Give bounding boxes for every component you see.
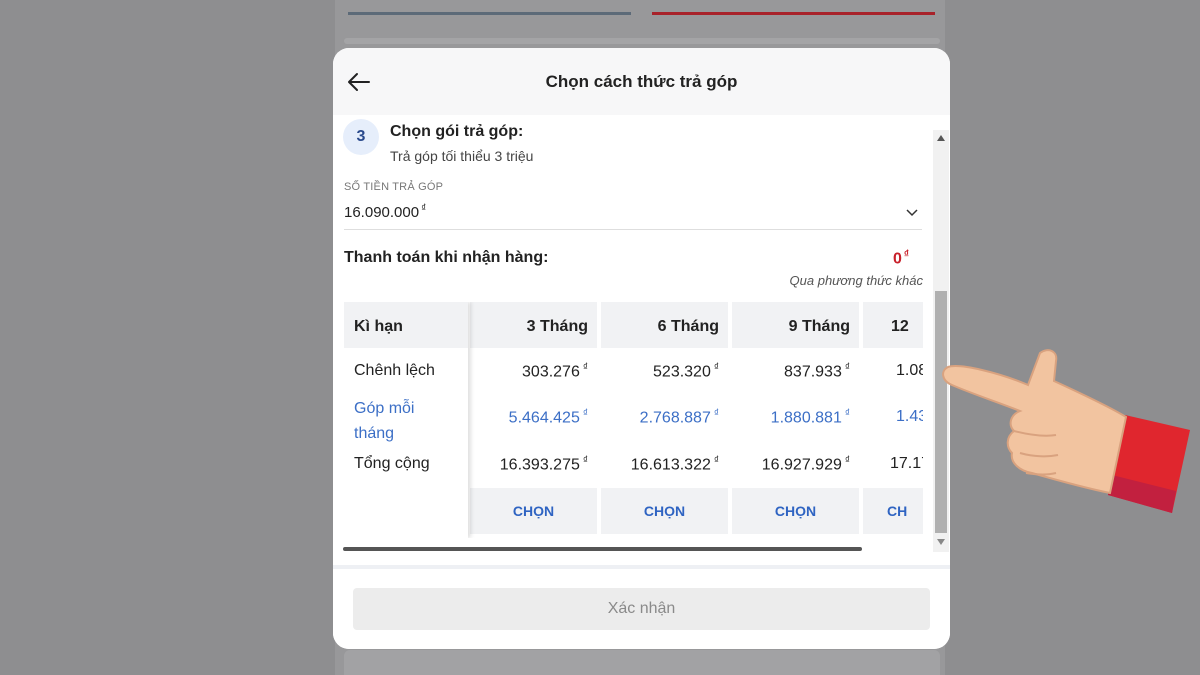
difference-cell: 303.276 ₫ [522,362,588,381]
scroll-up-arrow-icon[interactable] [937,135,945,141]
table-label-column: Kì hạn Chênh lệch Góp mỗi tháng Tổng cộn… [344,302,468,538]
installment-table[interactable]: Kì hạn Chênh lệch Góp mỗi tháng Tổng cộn… [344,302,923,538]
scroll-down-arrow-icon[interactable] [937,539,945,545]
row-label-difference: Chênh lệch [354,362,435,379]
background-tab-indicator-right [652,12,935,15]
difference-cell: 523.320 ₫ [653,362,719,381]
row-label-monthly: Góp mỗi tháng [354,400,415,442]
currency-symbol: ₫ [582,362,588,373]
term-header: Kì hạn [344,302,468,348]
background-box [344,38,940,44]
currency-symbol: ₫ [844,362,850,373]
currency-symbol: ₫ [844,455,850,466]
modal-footer: Xác nhận [333,565,950,649]
total-cell: 17.17 [890,455,923,472]
difference-cell: 1.08 [896,362,923,379]
term-header-6: 6 Tháng [601,302,728,348]
choose-button-6[interactable]: CHỌN [601,488,728,534]
field-divider [344,229,922,230]
cod-amount: 0 ₫ [893,249,909,268]
cod-note: Qua phương thức khác [789,273,923,288]
step-subtitle: Trả góp tối thiểu 3 triệu [390,148,534,164]
term-header-12: 12 [863,302,923,348]
background-bottom-box [344,650,940,675]
monthly-cell: 2.768.887 ₫ [639,408,719,427]
currency-symbol: ₫ [713,362,719,373]
installment-modal: Chọn cách thức trả góp 3 Chọn gói trả gó… [333,48,950,649]
choose-button-12[interactable]: CH [863,488,923,534]
currency-symbol: ₫ [903,249,910,260]
total-cell: 16.613.322 ₫ [630,455,719,474]
modal-content: 3 Chọn gói trả góp: Trả góp tối thiểu 3 … [333,115,950,605]
cod-amount-value: 0 [893,250,902,268]
currency-symbol: ₫ [713,455,719,466]
confirm-button[interactable]: Xác nhận [353,588,930,630]
modal-title: Chọn cách thức trả góp [545,72,738,91]
term-column-6: 6 Tháng 523.320 ₫ 2.768.887 ₫ 16.613.322 ₫ … [601,302,728,538]
term-header-9: 9 Tháng [732,302,859,348]
step-number-badge: 3 [343,119,379,155]
currency-symbol: ₫ [713,408,719,419]
term-column-12: 12 1.08 1.43 17.17 CH [863,302,923,538]
difference-cell: 837.933 ₫ [784,362,850,381]
monthly-cell: 1.880.881 ₫ [770,408,850,427]
choose-button-3[interactable]: CHỌN [470,488,597,534]
row-label-total: Tổng cộng [354,455,430,472]
term-header-3: 3 Tháng [470,302,597,348]
step-title: Chọn gói trả góp: [390,123,524,140]
currency-symbol: ₫ [582,455,588,466]
amount-value: 16.090.000 [344,204,420,221]
currency-symbol: ₫ [582,408,588,419]
term-column-3: 3 Tháng 303.276 ₫ 5.464.425 ₫ 16.393.275 ₫ … [470,302,597,538]
monthly-cell: 1.43 [896,408,923,425]
background-tab-indicator-left [348,12,631,15]
cod-label: Thanh toán khi nhận hàng: [344,249,549,266]
modal-header: Chọn cách thức trả góp [333,48,950,115]
amount-field-label: SỐ TIỀN TRẢ GÓP [344,181,444,193]
pointing-hand-icon [942,349,1190,513]
chevron-down-icon[interactable] [905,205,919,219]
amount-select[interactable]: 16.090.000 ₫ [344,203,426,221]
term-column-9: 9 Tháng 837.933 ₫ 1.880.881 ₫ 16.927.929 ₫ … [732,302,859,538]
monthly-cell: 5.464.425 ₫ [508,408,588,427]
horizontal-scrollbar[interactable] [343,547,862,551]
choose-button-9[interactable]: CHỌN [732,488,859,534]
currency-symbol: ₫ [844,408,850,419]
currency-symbol: ₫ [421,203,427,214]
total-cell: 16.393.275 ₫ [499,455,588,474]
total-cell: 16.927.929 ₫ [761,455,850,474]
